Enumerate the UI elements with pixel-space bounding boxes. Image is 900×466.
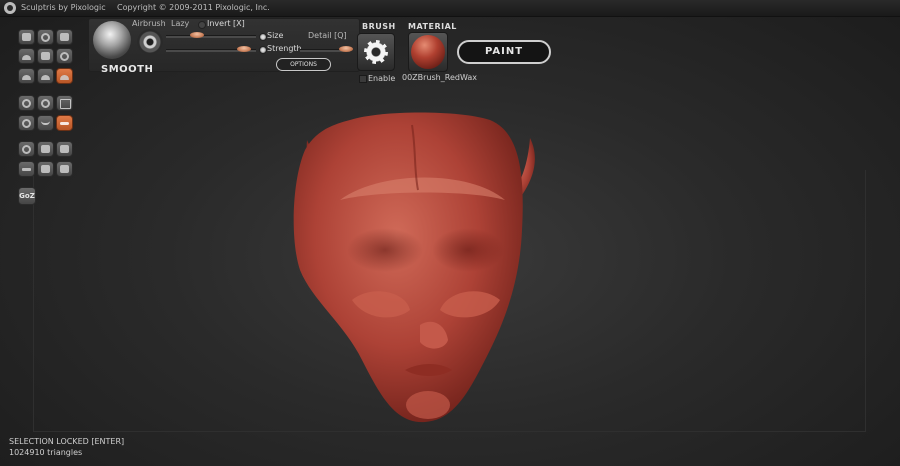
inflate-tool-button[interactable]	[37, 48, 54, 64]
lazy-slider-track[interactable]	[166, 35, 256, 38]
invert-radio[interactable]	[198, 21, 206, 29]
crease-tool-button[interactable]	[18, 68, 35, 84]
scale-tool-button[interactable]	[37, 68, 54, 84]
pinch-tool-button[interactable]	[56, 48, 73, 64]
arrows-icon	[60, 122, 69, 125]
wireframe-button[interactable]	[37, 95, 54, 111]
symmetry-icon	[22, 99, 31, 108]
flatten-icon	[22, 55, 31, 60]
grid-icon	[60, 99, 71, 109]
smooth-tool-button[interactable]	[56, 68, 73, 84]
strength-label: Strength	[267, 44, 302, 53]
pinch-icon	[60, 52, 69, 61]
detail-label: Detail [Q]	[308, 31, 347, 40]
inflate-icon	[41, 52, 50, 60]
material-sphere-icon	[411, 35, 445, 69]
goz-button[interactable]: GoZ	[18, 187, 36, 205]
reduce-brush-button[interactable]	[37, 115, 54, 131]
export-icon	[41, 165, 50, 173]
grab-icon	[60, 33, 69, 41]
paint-mode-button[interactable]: PAINT	[457, 40, 551, 64]
settings-button[interactable]	[56, 161, 73, 177]
open-icon	[41, 145, 50, 153]
brush-section-title: BRUSH	[362, 22, 396, 31]
flatten-tool-button[interactable]	[18, 48, 35, 64]
wave-icon	[41, 119, 50, 125]
selection-status: SELECTION LOCKED [ENTER]	[9, 437, 125, 446]
current-tool-name: SMOOTH	[101, 64, 154, 75]
options-button[interactable]: OPTIONS	[276, 58, 331, 71]
mask-button[interactable]	[18, 115, 35, 131]
invert-toggle[interactable]: Invert [X]	[207, 19, 245, 28]
save-button[interactable]	[56, 141, 73, 157]
rotate-tool-button[interactable]	[37, 29, 54, 45]
material-section-title: MATERIAL	[408, 22, 457, 31]
open-button[interactable]	[37, 141, 54, 157]
size-slider-knob[interactable]	[237, 46, 251, 52]
grab-tool-button[interactable]	[56, 29, 73, 45]
material-name: 00ZBrush_RedWax	[402, 73, 477, 82]
scale-icon	[41, 75, 50, 80]
strength-radio[interactable]	[259, 46, 267, 54]
symmetry-button[interactable]	[18, 95, 35, 111]
wireframe-icon	[41, 99, 50, 108]
material-selector-button[interactable]	[408, 32, 448, 72]
save-icon	[60, 145, 69, 153]
draw-tool-button[interactable]	[18, 29, 35, 45]
lazy-slider-knob[interactable]	[190, 32, 204, 38]
airbrush-toggle[interactable]: Airbrush	[132, 19, 166, 28]
mask-icon	[22, 119, 31, 128]
brush-selector-button[interactable]	[357, 33, 395, 71]
brush-enable-label: Enable	[368, 74, 396, 83]
stroke-type-icon[interactable]	[137, 29, 163, 55]
draw-icon	[22, 33, 31, 41]
lazy-toggle[interactable]: Lazy	[171, 19, 189, 28]
settings-icon	[60, 165, 69, 173]
current-tool-preview-icon[interactable]	[93, 21, 131, 59]
new-sphere-button[interactable]	[18, 141, 35, 157]
triangle-count: 1024910 triangles	[9, 448, 83, 457]
gear-icon	[364, 40, 388, 64]
export-button[interactable]	[37, 161, 54, 177]
grid-button[interactable]	[56, 95, 73, 111]
size-label: Size	[267, 31, 284, 40]
mirror-button[interactable]	[56, 115, 73, 131]
import-button[interactable]	[18, 161, 35, 177]
crease-icon	[22, 75, 31, 80]
smooth-icon	[60, 75, 69, 80]
brush-enable-checkbox[interactable]	[359, 75, 367, 83]
strength-slider-knob[interactable]	[339, 46, 353, 52]
sphere-icon	[22, 145, 31, 154]
import-icon	[22, 168, 31, 171]
size-radio[interactable]	[259, 33, 267, 41]
rotate-icon	[41, 33, 50, 42]
